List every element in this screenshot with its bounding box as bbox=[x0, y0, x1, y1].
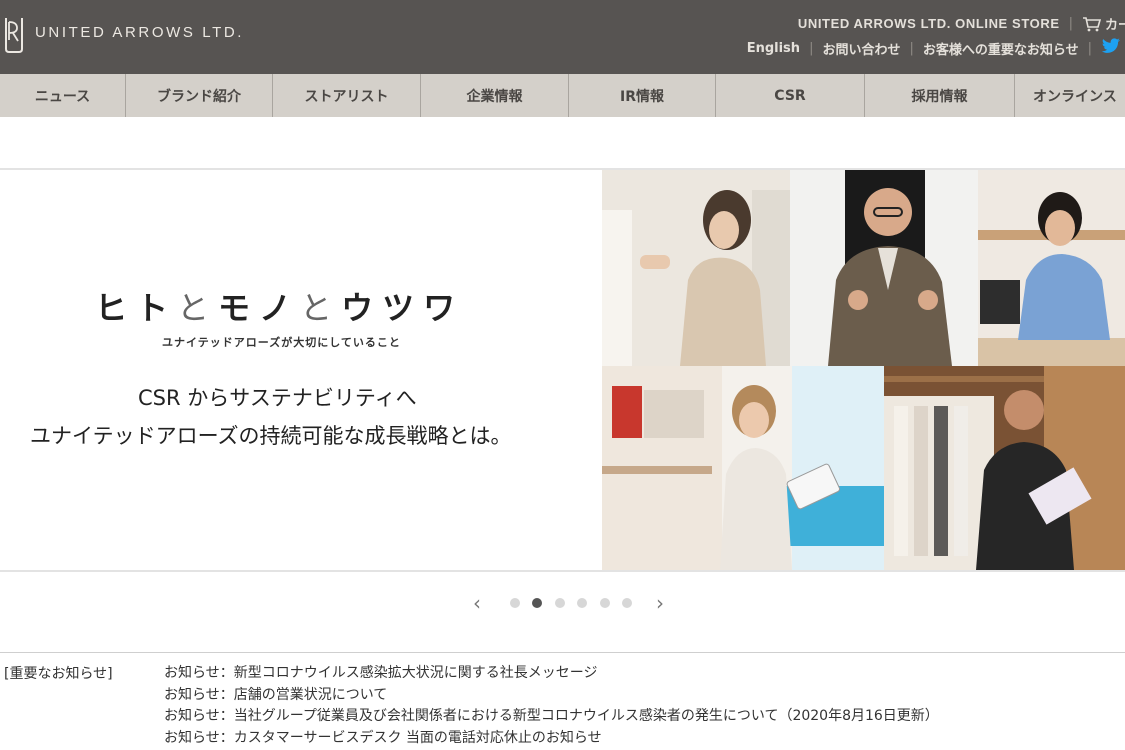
online-store-link[interactable]: UNITED ARROWS LTD. ONLINE STORE bbox=[798, 16, 1060, 31]
staff-photo bbox=[884, 366, 1125, 570]
separator: | bbox=[1068, 16, 1073, 31]
hero-slide[interactable]: ヒトとモノとウツワ ユナイテッドアローズが大切にしていること CSR からサステ… bbox=[0, 168, 1125, 572]
nav-item-ir[interactable]: IR情報 bbox=[569, 74, 716, 117]
logo-text[interactable]: UNITED ARROWS LTD. bbox=[35, 24, 244, 41]
staff-photo bbox=[790, 170, 978, 366]
notice-item[interactable]: お知らせ：カスタマーサービスデスク 当面の電話対応休止のお知らせ bbox=[164, 728, 1124, 750]
slider-controls: ‹ › bbox=[470, 592, 670, 614]
headline-part: ウツワ bbox=[341, 289, 465, 327]
nav-item-store-list[interactable]: ストアリスト bbox=[273, 74, 421, 117]
slider-dot[interactable] bbox=[577, 598, 587, 608]
notice-section-label: [重要なお知らせ] bbox=[4, 666, 113, 682]
twitter-link[interactable] bbox=[1101, 38, 1125, 58]
staff-photo bbox=[602, 170, 790, 366]
notice-list: お知らせ：新型コロナウイルス感染拡大状況に関する社長メッセージ お知らせ：店舗の… bbox=[164, 663, 1124, 749]
slider-dot[interactable] bbox=[510, 598, 520, 608]
twitter-icon bbox=[1101, 38, 1120, 53]
notice-item[interactable]: お知らせ：当社グループ従業員及び会社関係者における新型コロナウイルス感染者の発生… bbox=[164, 706, 1124, 728]
contact-link[interactable]: お問い合わせ bbox=[822, 39, 900, 58]
slider-next-icon[interactable]: › bbox=[656, 592, 664, 614]
hero-subtagline: ユナイテッドアローズが大切にしていること bbox=[162, 336, 401, 349]
nav-item-csr[interactable]: CSR bbox=[716, 74, 865, 117]
headline-part: モノ bbox=[218, 289, 301, 327]
hero-photo-collage bbox=[602, 170, 1125, 570]
headline-conjunction: と bbox=[300, 289, 342, 327]
slider-dot[interactable] bbox=[622, 598, 632, 608]
hero-caption-line-1: CSR からサステナビリティへ bbox=[138, 386, 417, 410]
cart-link[interactable]: カー bbox=[1082, 14, 1125, 33]
cart-label: カー bbox=[1104, 18, 1125, 33]
slider-dot[interactable] bbox=[555, 598, 565, 608]
english-link[interactable]: English bbox=[747, 41, 800, 56]
headline-part: ヒト bbox=[95, 289, 178, 327]
separator: | bbox=[909, 40, 914, 56]
hero-headline: ヒトとモノとウツワ bbox=[95, 283, 464, 329]
nav-item-online-store[interactable]: オンラインス bbox=[1015, 74, 1125, 117]
utility-links: UNITED ARROWS LTD. ONLINE STORE | カー Eng… bbox=[747, 14, 1125, 64]
notice-item[interactable]: お知らせ：店舗の営業状況について bbox=[164, 685, 1124, 707]
staff-photo bbox=[602, 366, 884, 570]
headline-conjunction: と bbox=[177, 289, 219, 327]
nav-item-company[interactable]: 企業情報 bbox=[421, 74, 569, 117]
hero-caption-line-2: ユナイテッドアローズの持続可能な成長戦略とは。 bbox=[30, 424, 512, 448]
important-notice-link[interactable]: お客様への重要なお知らせ bbox=[923, 39, 1079, 58]
global-nav: ニュース ブランド紹介 ストアリスト 企業情報 IR情報 CSR 採用情報 オン… bbox=[0, 74, 1125, 117]
utility-row-2: English | お問い合わせ | お客様への重要なお知らせ | bbox=[747, 38, 1125, 58]
slider-dot-active[interactable] bbox=[532, 598, 542, 608]
site-header: UNITED ARROWS LTD. UNITED ARROWS LTD. ON… bbox=[0, 0, 1125, 74]
notice-item[interactable]: お知らせ：新型コロナウイルス感染拡大状況に関する社長メッセージ bbox=[164, 663, 1124, 685]
nav-item-recruit[interactable]: 採用情報 bbox=[865, 74, 1015, 117]
united-arrows-logo-icon[interactable] bbox=[3, 14, 25, 54]
nav-item-news[interactable]: ニュース bbox=[0, 74, 126, 117]
slider-prev-icon[interactable]: ‹ bbox=[473, 592, 481, 614]
utility-row-1: UNITED ARROWS LTD. ONLINE STORE | カー bbox=[798, 14, 1125, 33]
notice-divider bbox=[0, 652, 1125, 653]
hero-text-panel: ヒトとモノとウツワ ユナイテッドアローズが大切にしていること CSR からサステ… bbox=[0, 170, 602, 570]
staff-photo bbox=[978, 170, 1125, 366]
separator: | bbox=[809, 40, 814, 56]
separator: | bbox=[1087, 40, 1092, 56]
cart-icon bbox=[1082, 16, 1102, 31]
nav-item-brands[interactable]: ブランド紹介 bbox=[126, 74, 273, 117]
slider-dot[interactable] bbox=[600, 598, 610, 608]
